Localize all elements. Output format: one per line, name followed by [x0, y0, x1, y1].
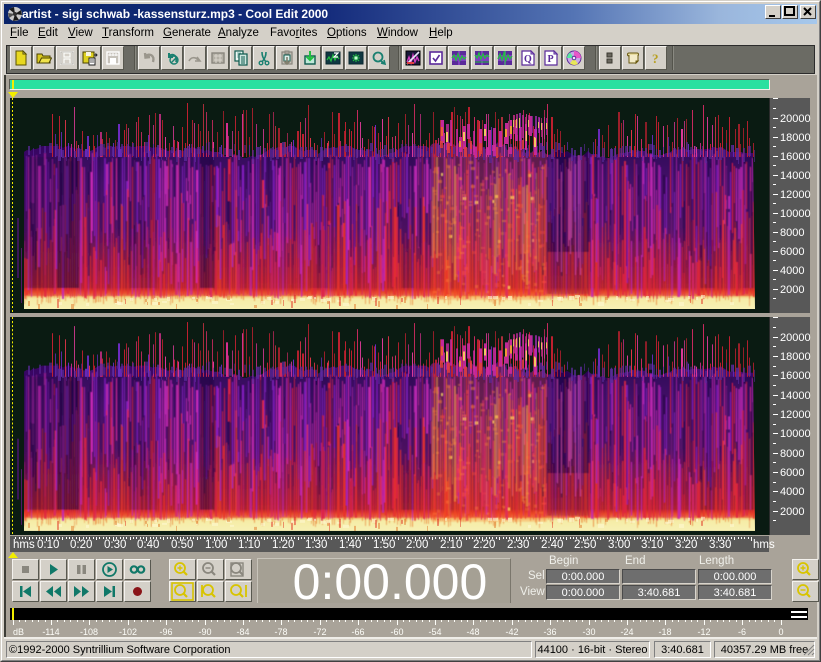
svg-text:P: P	[548, 54, 554, 65]
svg-text:?: ?	[652, 51, 659, 66]
svg-text:Q: Q	[524, 54, 532, 65]
